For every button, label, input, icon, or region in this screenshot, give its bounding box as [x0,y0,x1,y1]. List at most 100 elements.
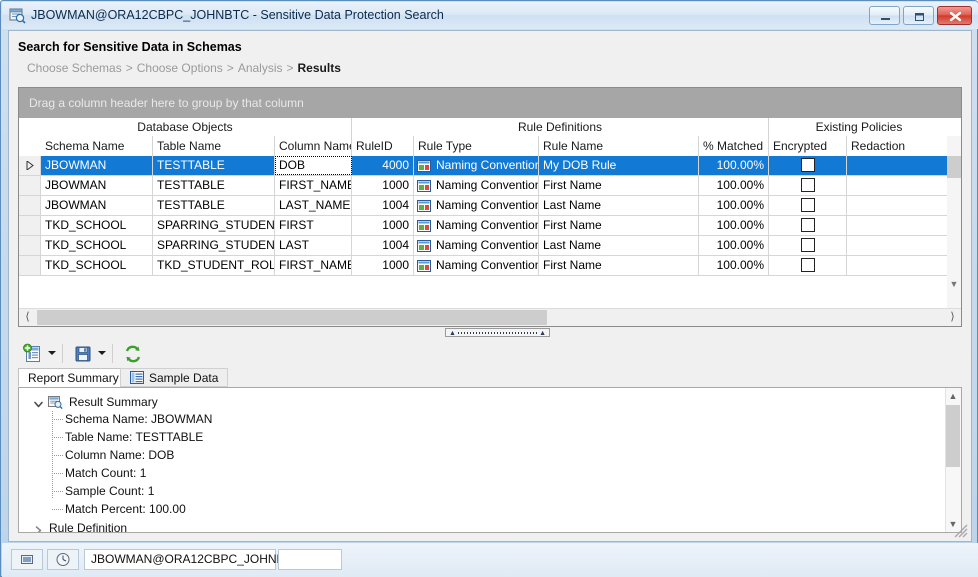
resize-grip[interactable] [954,524,968,538]
cell-encrypted[interactable] [769,156,847,175]
scroll-right-icon[interactable]: ⟩ [944,309,961,326]
footer-divider [10,536,970,537]
save-disk-icon [75,346,91,362]
tree-elbow [52,473,63,474]
naming-convention-icon [417,199,431,213]
encrypted-checkbox[interactable] [800,257,815,272]
cell-ruleid: 1000 [352,176,414,195]
column-header-ruleid[interactable]: RuleID [352,136,414,156]
encrypted-checkbox[interactable] [800,237,815,252]
cell-schema-name: JBOWMAN [41,176,153,195]
encrypted-checkbox[interactable] [800,177,815,192]
column-header-encrypted[interactable]: Encrypted [769,136,847,156]
cell-redaction [847,196,949,215]
breadcrumb-item-results[interactable]: Results [298,61,341,75]
cell-ruleid: 1004 [352,236,414,255]
encrypted-checkbox[interactable] [800,157,815,172]
cell-rule-type: Naming Convention [414,196,539,215]
column-header-rule-type[interactable]: Rule Type [414,136,539,156]
scroll-left-icon[interactable]: ⟨ [19,309,36,326]
breadcrumb: Choose Schemas > Choose Options > Analysis > R… [27,61,341,75]
tree-elbow [52,455,63,456]
cell-rule-type: Naming Convention [414,256,539,275]
cell-table-name: TESTTABLE [153,196,275,215]
table-row[interactable]: TKD_SCHOOL SPARRING_STUDENTS FIRST 1000 [19,216,961,236]
breadcrumb-item-choose-options[interactable]: Choose Options [137,61,223,75]
cell-encrypted[interactable] [769,196,847,215]
results-grid[interactable]: Drag a column header here to group by th… [18,87,962,327]
splitter-grip[interactable]: ▲ ▲ [445,328,550,337]
tree-item-label: Table Name: TESTTABLE [65,430,204,444]
column-header-column-name[interactable]: Column Name [275,136,352,156]
tree-item-label: Sample Count: 1 [65,484,155,498]
breadcrumb-separator: > [125,61,133,75]
column-header-schema-name[interactable]: Schema Name [41,136,153,156]
table-row[interactable]: TKD_SCHOOL SPARRING_STUDENTS LAST 1004 [19,236,961,256]
chevron-down-icon[interactable] [33,397,44,408]
table-row[interactable]: JBOWMAN TESTTABLE FIRST_NAME 1000 Naming… [19,176,961,196]
tab-sample-data[interactable]: Sample Data [120,368,229,387]
cell-redaction [847,236,949,255]
close-button[interactable] [937,6,972,25]
status-screen-cell[interactable] [11,549,43,570]
panel-splitter[interactable]: ▲ ▲ [18,328,962,338]
group-by-drop-area[interactable]: Drag a column header here to group by th… [19,88,961,118]
scroll-down-icon[interactable]: ▼ [947,276,961,292]
save-dropdown-arrow-icon[interactable] [98,351,106,355]
refresh-icon [125,345,141,363]
naming-convention-icon [417,239,431,253]
row-indicator [19,216,41,235]
grid-horizontal-scrollbar[interactable]: ⟨ ⟩ [19,308,961,326]
tab-report-summary[interactable]: Report Summary [18,368,129,387]
scroll-up-icon[interactable]: ▲ [946,388,960,404]
grid-icon [130,371,144,384]
cell-rule-name: Last Name [539,196,699,215]
table-row[interactable]: TKD_SCHOOL TKD_STUDENT_ROLL_... FIRST_NA… [19,256,961,276]
cell-percent-matched: 100.00% [699,196,769,215]
cell-encrypted[interactable] [769,236,847,255]
tree-vertical-scrollbar[interactable]: ▲ ▼ [945,388,961,532]
status-clock-cell[interactable] [47,549,79,570]
cell-rule-type: Naming Convention [414,236,539,255]
toolbar-separator [112,344,113,363]
column-header-rule-name[interactable]: Rule Name [539,136,699,156]
splitter-left-arrow-icon[interactable]: ▲ [449,330,456,337]
encrypted-checkbox[interactable] [800,217,815,232]
cell-table-name: SPARRING_STUDENTS [153,236,275,255]
tree-item-label: Match Count: 1 [65,466,147,480]
tree-vertical-scroll-thumb[interactable] [946,405,960,467]
cell-encrypted[interactable] [769,256,847,275]
grid-horizontal-scroll-thumb[interactable] [37,310,547,325]
breadcrumb-item-choose-schemas[interactable]: Choose Schemas [27,61,122,75]
breadcrumb-item-analysis[interactable]: Analysis [238,61,283,75]
cell-percent-matched: 100.00% [699,216,769,235]
encrypted-checkbox[interactable] [800,197,815,212]
grid-vertical-scrollbar[interactable]: ▼ [947,136,961,309]
table-row[interactable]: JBOWMAN TESTTABLE LAST_NAME 1004 Naming … [19,196,961,216]
column-header-percent-matched[interactable]: % Matched [699,136,769,156]
report-summary-tree[interactable]: Result Summary Schema Name: JBOWMAN Tabl… [18,387,962,533]
grid-vertical-scroll-thumb[interactable] [947,156,961,178]
table-row[interactable]: JBOWMAN TESTTABLE DOB 4000 Naming Conven… [19,156,961,176]
cell-table-name: TESTTABLE [153,156,275,175]
status-bar: JBOWMAN@ORA12CBPC_JOHNBTC [2,543,978,577]
save-button[interactable] [72,343,94,365]
maximize-button[interactable] [903,6,934,25]
refresh-button[interactable] [122,343,144,365]
new-report-button[interactable] [22,343,44,365]
minimize-button[interactable] [869,6,900,25]
splitter-right-arrow-icon[interactable]: ▲ [539,330,546,337]
chevron-right-icon[interactable] [33,523,44,532]
column-header-table-name[interactable]: Table Name [153,136,275,156]
naming-convention-icon [417,259,431,273]
cell-schema-name: JBOWMAN [41,196,153,215]
cell-schema-name: TKD_SCHOOL [41,256,153,275]
cell-encrypted[interactable] [769,216,847,235]
new-report-dropdown-arrow-icon[interactable] [48,351,56,355]
row-indicator-current [19,156,41,175]
column-header-redaction[interactable]: Redaction [847,136,949,156]
cell-redaction [847,216,949,235]
tree-elbow [52,509,63,510]
cell-rule-type-text: Naming Convention [436,218,539,232]
cell-encrypted[interactable] [769,176,847,195]
